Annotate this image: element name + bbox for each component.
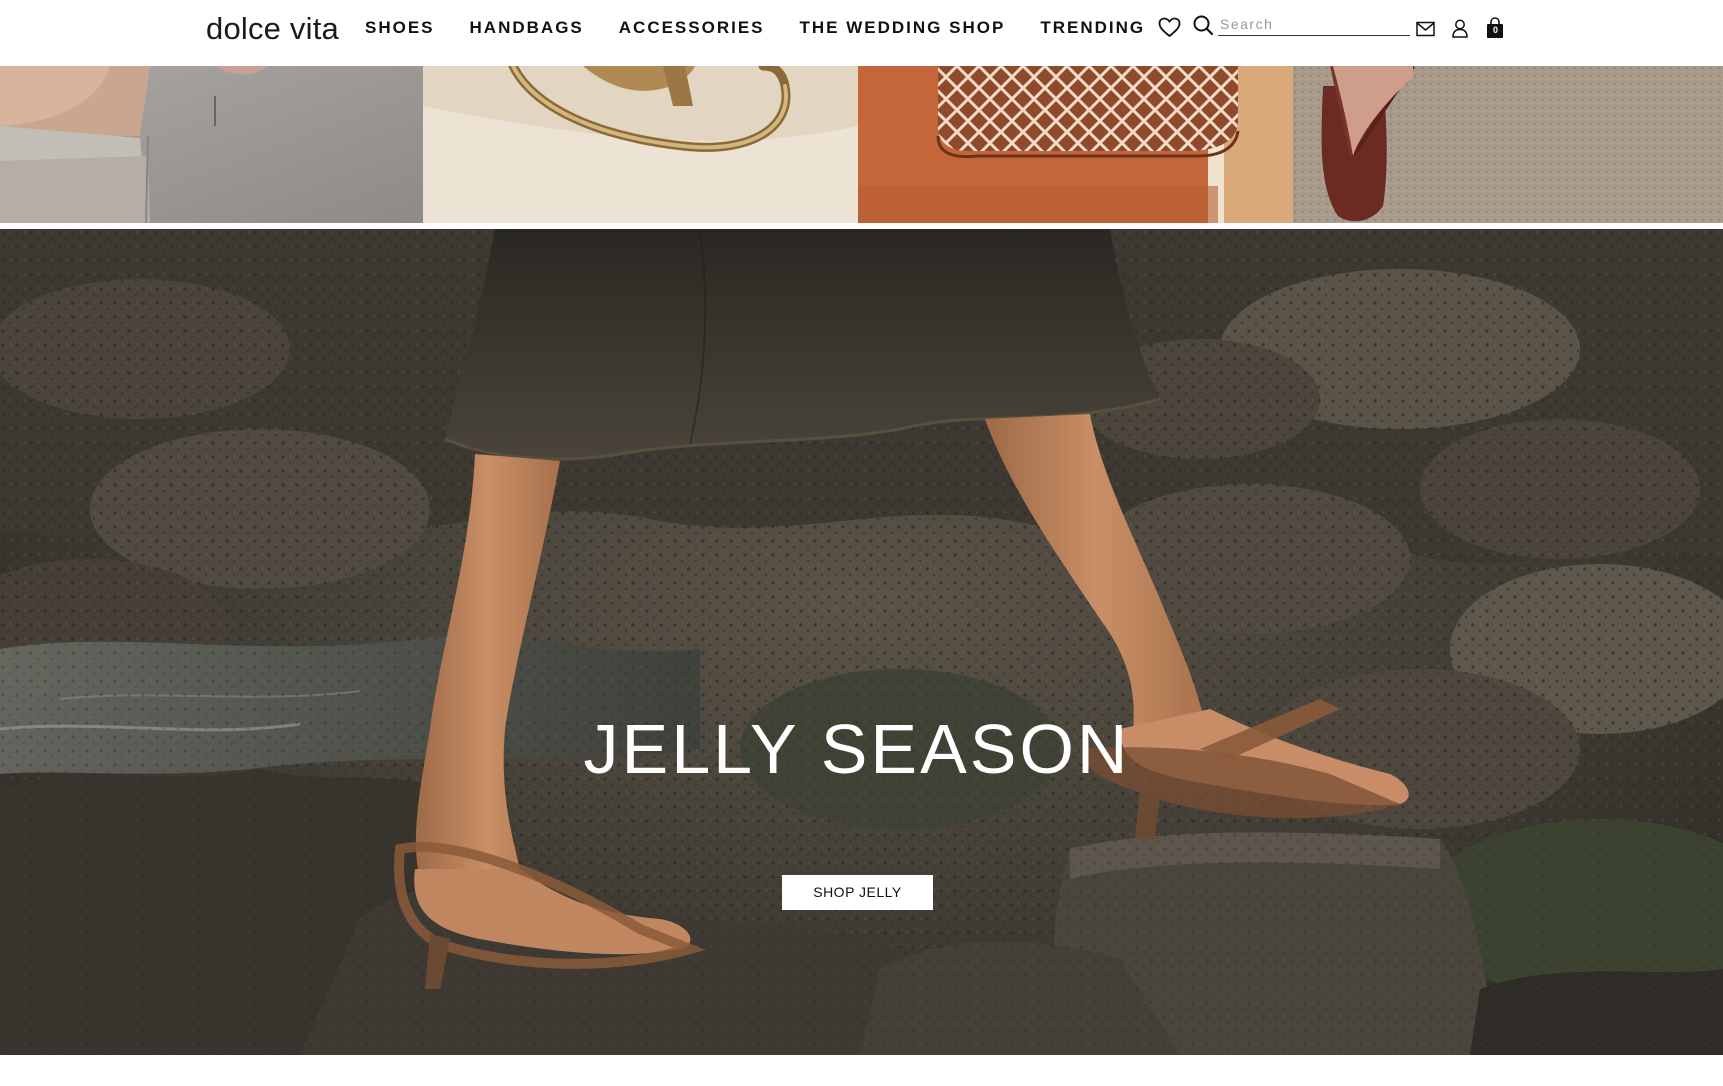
site-header: dolce vita SHOES HANDBAGS ACCESSORIES TH… [0,0,1723,66]
tile-image-2[interactable] [423,66,858,223]
tile-image-3[interactable] [858,66,1293,223]
hero-banner: JELLY SEASON SHOP JELLY [0,229,1723,1055]
search-input[interactable] [1218,12,1410,36]
shop-jelly-button[interactable]: SHOP JELLY [782,875,933,910]
nav-item-handbags[interactable]: HANDBAGS [470,18,584,38]
hero-image [0,229,1723,1055]
nav-item-shoes[interactable]: SHOES [365,18,435,38]
main-nav: SHOES HANDBAGS ACCESSORIES THE WEDDING S… [365,18,1180,38]
nav-item-accessories[interactable]: ACCESSORIES [619,18,765,38]
search-icon[interactable] [1193,15,1214,36]
search-field [1218,12,1410,37]
mail-icon[interactable] [1416,21,1435,37]
brand-logo[interactable]: dolce vita [206,11,339,47]
user-icon[interactable] [1452,19,1468,38]
hero-title: JELLY SEASON [583,710,1131,788]
nav-item-trending[interactable]: TRENDING [1040,18,1145,38]
cart-count-badge: 0 [1492,25,1498,35]
category-tiles [0,66,1723,223]
nav-item-wedding-shop[interactable]: THE WEDDING SHOP [800,18,1006,38]
heart-icon[interactable] [1158,17,1181,38]
tile-image-4[interactable] [1293,66,1723,223]
tile-image-1[interactable] [0,66,423,223]
